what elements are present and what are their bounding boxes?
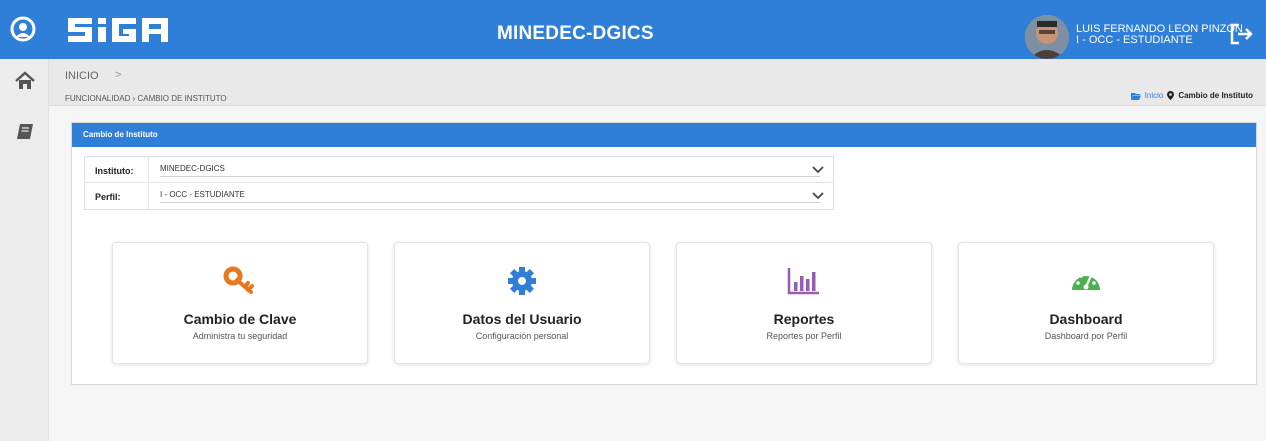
card-title: Reportes bbox=[773, 311, 835, 327]
institution-title: MINEDEC-DGICS bbox=[497, 23, 654, 44]
institute-select[interactable]: MINEDEC-DGICS bbox=[160, 164, 225, 173]
profile-label: Perfil: bbox=[95, 192, 121, 202]
key-icon bbox=[223, 266, 254, 294]
panel-title: Cambio de Instituto bbox=[72, 123, 1256, 147]
support-icon[interactable] bbox=[10, 16, 36, 42]
user-avatar[interactable] bbox=[1025, 15, 1069, 59]
chevron-down-icon[interactable] bbox=[811, 191, 825, 201]
breadcrumb-current: Cambio de Instituto bbox=[1178, 91, 1253, 100]
reports-card[interactable]: Reportes Reportes por Perfil bbox=[676, 242, 932, 364]
folder-open-icon bbox=[1130, 92, 1141, 100]
functionality-path: FUNCIONALIDAD › CAMBIO DE INSTITUTO bbox=[65, 94, 227, 103]
breadcrumb-inicio-link[interactable]: Inicio bbox=[1145, 91, 1164, 100]
card-title: Dashboard bbox=[1049, 311, 1123, 327]
bar-chart-icon bbox=[787, 268, 819, 295]
user-role: I - OCC - ESTUDIANTE bbox=[1076, 34, 1193, 46]
profile-select[interactable]: I - OCC - ESTUDIANTE bbox=[160, 190, 245, 199]
institute-row: Instituto: MINEDEC-DGICS bbox=[85, 157, 833, 183]
user-data-card[interactable]: Datos del Usuario Configuración personal bbox=[394, 242, 650, 364]
home-icon[interactable] bbox=[14, 71, 36, 91]
card-subtitle: Dashboard por Perfil bbox=[1044, 331, 1128, 341]
institute-form: Instituto: MINEDEC-DGICS Perfil: I - OCC… bbox=[84, 156, 834, 210]
chevron-down-icon[interactable] bbox=[811, 165, 825, 175]
card-subtitle: Reportes por Perfil bbox=[766, 331, 842, 341]
profile-row: Perfil: I - OCC - ESTUDIANTE bbox=[85, 183, 833, 209]
siga-logo[interactable] bbox=[68, 16, 178, 44]
card-title: Cambio de Clave bbox=[183, 311, 297, 327]
sidebar bbox=[0, 59, 49, 441]
change-password-card[interactable]: Cambio de Clave Administra tu seguridad bbox=[112, 242, 368, 364]
institute-label: Instituto: bbox=[95, 166, 134, 176]
breadcrumb: INICIO > FUNCIONALIDAD › CAMBIO DE INSTI… bbox=[49, 59, 1266, 106]
card-subtitle: Administra tu seguridad bbox=[192, 331, 288, 341]
logout-icon[interactable] bbox=[1230, 23, 1254, 45]
page-breadcrumb: Inicio Cambio de Instituto bbox=[1130, 91, 1253, 100]
speedometer-icon bbox=[1072, 271, 1100, 290]
chevron-right-icon: > bbox=[115, 69, 122, 81]
top-navbar: MINEDEC-DGICS LUIS FERNANDO LEON PINZON … bbox=[0, 0, 1266, 59]
card-subtitle: Configuración personal bbox=[475, 331, 569, 341]
breadcrumb-root[interactable]: INICIO bbox=[65, 70, 99, 82]
dashboard-card[interactable]: Dashboard Dashboard por Perfil bbox=[958, 242, 1214, 364]
map-marker-icon bbox=[1167, 91, 1175, 100]
book-icon[interactable] bbox=[16, 123, 34, 141]
gear-icon bbox=[508, 267, 536, 295]
card-title: Datos del Usuario bbox=[462, 311, 582, 327]
